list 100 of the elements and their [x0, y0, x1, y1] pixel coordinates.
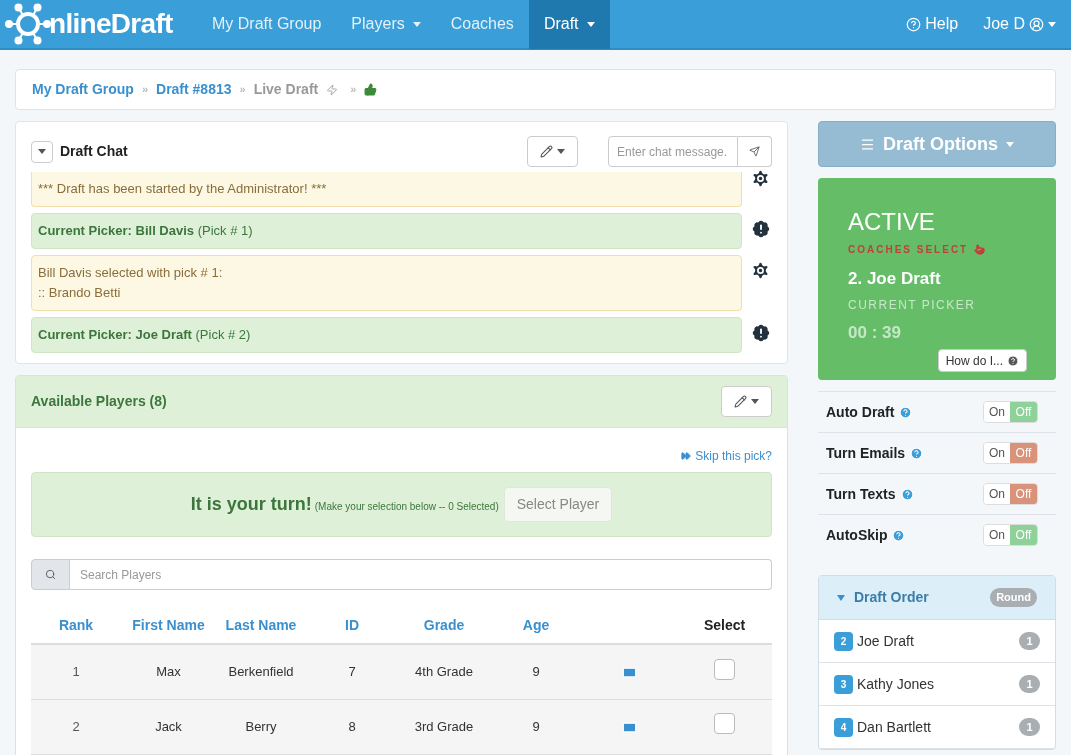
table-cell: 7: [348, 664, 356, 679]
select-player-button[interactable]: Select Player: [503, 487, 613, 522]
column-header[interactable]: Grade: [398, 608, 490, 644]
message-text: Current Picker: Bill Davis (Pick # 1): [38, 222, 254, 240]
collapse-button[interactable]: [31, 140, 53, 163]
select-checkbox[interactable]: [714, 658, 735, 680]
table-cell: 4th Grade: [415, 664, 473, 679]
table-cell: 9: [532, 664, 540, 679]
on-off-toggle[interactable]: On Off: [983, 524, 1038, 546]
pencil-icon: [540, 145, 553, 158]
draft-mode: COACHES SELECT: [848, 243, 969, 257]
turn-note: (Make your selection below -- 0 Selected): [314, 499, 499, 514]
help-icon: [906, 16, 922, 32]
panel-title: Available Players (8): [31, 392, 167, 411]
search-icon: [45, 569, 56, 580]
on-off-toggle[interactable]: On Off: [983, 442, 1038, 464]
countdown-timer: 00 : 39: [848, 321, 902, 344]
round-count-badge: 1: [1019, 632, 1040, 650]
column-header[interactable]: Last Name: [216, 608, 306, 644]
send-icon: [749, 146, 760, 157]
breadcrumb-link[interactable]: My Draft Group: [32, 79, 134, 100]
chat-input[interactable]: Enter chat message.: [608, 136, 738, 167]
breadcrumb-separator: »: [350, 82, 357, 98]
current-picker-name: 2. Joe Draft: [848, 268, 942, 290]
alert-badge-icon: [750, 218, 772, 240]
gear-icon: [750, 260, 771, 281]
help-icon[interactable]: [899, 405, 913, 419]
breadcrumb-separator: »: [239, 82, 246, 98]
table-cell: 8: [348, 718, 356, 734]
caret-icon: [38, 149, 46, 154]
nav-item[interactable]: Players: [336, 0, 436, 49]
draft-order-item[interactable]: 4 Dan Bartlett 1: [819, 706, 1055, 749]
toggle-on-option: On: [984, 525, 1010, 545]
caret-icon: [751, 399, 759, 404]
nav-item[interactable]: My Draft Group: [197, 0, 337, 49]
table-cell: 3rd Grade: [414, 718, 474, 734]
caret-icon: [557, 149, 565, 154]
current-picker-label: CURRENT PICKER: [848, 296, 977, 314]
round-count-badge: 1: [1019, 675, 1040, 693]
turn-title: It is your turn!: [190, 493, 312, 516]
column-header[interactable]: ID: [306, 608, 398, 644]
setting-label: AutoSkip: [826, 525, 888, 545]
pick-number-badge: 3: [834, 674, 853, 694]
nav-item[interactable]: Coaches: [435, 0, 529, 49]
chat-title: Draft Chat: [60, 142, 128, 161]
column-header[interactable]: First Name: [121, 608, 216, 644]
draft-order-item[interactable]: 3 Kathy Jones 1: [819, 663, 1055, 706]
column-header[interactable]: Rank: [31, 608, 121, 644]
how-do-i-button[interactable]: How do I...: [937, 349, 1027, 372]
on-off-toggle[interactable]: On Off: [983, 483, 1038, 505]
message-text: Bill Davis selected with pick # 1:: [38, 264, 224, 282]
send-button[interactable]: [738, 136, 772, 167]
on-off-toggle[interactable]: On Off: [983, 401, 1038, 423]
column-header[interactable]: Age: [490, 608, 582, 644]
message-text: :: Brando Betti: [38, 284, 122, 302]
round-badge: Round: [990, 588, 1037, 607]
pencil-icon: [734, 395, 747, 408]
table-cell: Berkenfield: [228, 664, 294, 679]
caret-icon: [1006, 141, 1014, 147]
setting-label: Auto Draft: [826, 402, 895, 422]
help-icon[interactable]: [900, 487, 914, 501]
thumbs-up-icon: [364, 83, 378, 96]
table-cell: Max: [156, 664, 181, 679]
user-icon: [1029, 16, 1044, 32]
logo-icon: [5, 1, 51, 47]
help-icon[interactable]: [892, 528, 906, 542]
caret-icon[interactable]: [837, 594, 845, 601]
select-checkbox[interactable]: [714, 713, 735, 735]
breadcrumb-current: Live Draft: [253, 80, 319, 99]
search-field[interactable]: Search Players: [70, 559, 772, 590]
toggle-off-option: Off: [1010, 443, 1037, 463]
help-icon[interactable]: [910, 446, 924, 460]
logo-text: nlineDraft: [49, 7, 173, 41]
gear-icon: [750, 168, 771, 189]
toggle-on-option: On: [984, 443, 1010, 463]
coach-name: Kathy Jones: [857, 674, 935, 694]
breadcrumb-separator: »: [141, 82, 148, 98]
tools-dropdown-button[interactable]: [527, 136, 578, 167]
draft-options-button[interactable]: Draft Options: [818, 121, 1056, 167]
pick-number-badge: 2: [834, 631, 853, 651]
tools-dropdown-button[interactable]: [721, 386, 772, 417]
nav-item[interactable]: Draft: [528, 0, 610, 49]
help-icon: [1007, 354, 1019, 367]
table-cell: 9: [532, 718, 540, 734]
coach-name: Dan Bartlett: [857, 717, 931, 737]
caret-icon: [1048, 21, 1056, 27]
status-title: ACTIVE: [848, 208, 936, 236]
toggle-off-option: Off: [1010, 525, 1037, 545]
setting-label: Turn Emails: [826, 443, 906, 463]
skip-pick-link[interactable]: Skip this pick?: [681, 447, 772, 465]
alert-badge-icon: [750, 322, 772, 344]
message-text: Current Picker: Joe Draft (Pick # 2): [38, 326, 252, 344]
help-link[interactable]: Help: [906, 12, 959, 36]
user-menu[interactable]: Joe D: [983, 12, 1056, 36]
table-cell: 2: [72, 718, 80, 734]
breadcrumb-link[interactable]: Draft #8813: [156, 79, 232, 100]
draft-order-item[interactable]: 2 Joe Draft 1: [819, 620, 1055, 663]
toggle-off-option: Off: [1010, 484, 1037, 504]
round-count-badge: 1: [1019, 718, 1040, 736]
bolt-icon: [326, 83, 339, 96]
